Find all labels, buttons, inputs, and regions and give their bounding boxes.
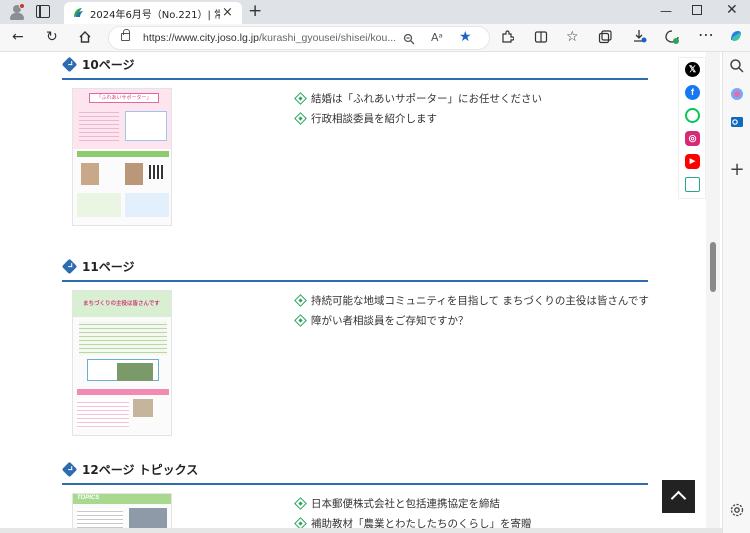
link-bullet-icon bbox=[294, 517, 307, 528]
link-text[interactable]: 日本郵便株式会社と包括連携協定を締結 bbox=[311, 496, 500, 511]
notification-dot bbox=[19, 3, 25, 9]
tab-strip: 2024年6月号（No.221）| 常総市 × + — ✕ bbox=[0, 0, 750, 24]
lock-icon bbox=[121, 29, 130, 41]
link-text[interactable]: 結婚は「ふれあいサポーター」にお任せください bbox=[311, 91, 542, 106]
profile-avatar[interactable] bbox=[8, 3, 26, 21]
minimize-button[interactable]: — bbox=[660, 4, 672, 18]
link-bullet-icon bbox=[294, 92, 307, 105]
home-icon[interactable] bbox=[78, 30, 92, 44]
share-bar: 𝕏 f ◎ ▶ bbox=[678, 57, 706, 199]
add-sidebar-app-icon[interactable]: + bbox=[729, 161, 745, 179]
back-to-top-button[interactable] bbox=[662, 480, 695, 513]
collections-icon[interactable] bbox=[598, 30, 612, 44]
page-thumbnail[interactable]: 「ふれあいサポーター」 bbox=[72, 88, 172, 226]
link-bullet-icon bbox=[294, 314, 307, 327]
maximize-button[interactable] bbox=[692, 5, 702, 15]
url-text[interactable]: https://www.city.joso.lg.jp/kurashi_gyou… bbox=[143, 32, 401, 44]
scrollbar-thumb[interactable] bbox=[710, 242, 716, 292]
line-icon[interactable] bbox=[685, 108, 700, 123]
thumb-pink-band bbox=[77, 389, 169, 395]
copilot-sidebar-icon[interactable] bbox=[729, 86, 745, 102]
copilot-icon[interactable] bbox=[728, 28, 744, 44]
link-bullet-icon bbox=[294, 497, 307, 510]
bottom-edge bbox=[0, 528, 722, 533]
browser-toolbar: ← ↻ https://www.city.joso.lg.jp/kurashi_… bbox=[0, 24, 750, 52]
back-icon[interactable]: ← bbox=[12, 28, 24, 46]
url-path: /kurashi_gyousei/shisei/kou... bbox=[258, 32, 397, 44]
link-bullet-icon bbox=[294, 294, 307, 307]
read-aloud-icon[interactable]: Aᵃ bbox=[431, 31, 443, 44]
link-text[interactable]: 障がい者相談員をご存知ですか？ bbox=[311, 313, 469, 328]
downloads-icon[interactable] bbox=[632, 29, 647, 44]
heading-diamond-icon bbox=[61, 258, 78, 275]
thumb-header: TOPICS bbox=[77, 495, 100, 501]
favorites-icon[interactable]: ☆ bbox=[566, 28, 579, 46]
thumb-table bbox=[125, 111, 167, 141]
thumb-green-band bbox=[77, 151, 169, 157]
page-thumbnail[interactable]: まちづくりの主役は皆さんです bbox=[72, 290, 172, 436]
settings-more-icon[interactable]: ⋯ bbox=[698, 26, 714, 44]
section-title: 10ページ bbox=[82, 58, 135, 72]
page-thumbnail[interactable]: TOPICS bbox=[72, 493, 172, 528]
thumb-photo bbox=[133, 399, 153, 417]
browser-essentials-icon[interactable] bbox=[664, 29, 680, 45]
bookmark-icon[interactable] bbox=[685, 177, 700, 192]
heading-diamond-icon bbox=[61, 56, 78, 73]
thumb-text-block bbox=[77, 399, 129, 429]
x-icon[interactable]: 𝕏 bbox=[685, 62, 700, 77]
link-bullet-icon bbox=[294, 112, 307, 125]
section-rule bbox=[62, 280, 648, 282]
tab-close-icon[interactable]: × bbox=[222, 5, 233, 20]
new-tab-button[interactable]: + bbox=[248, 1, 262, 21]
site-favicon-icon bbox=[74, 8, 83, 17]
section-rule bbox=[62, 78, 648, 80]
section-title: 11ページ bbox=[82, 260, 135, 274]
thumb-header: まちづくりの主役は皆さんです bbox=[83, 301, 160, 307]
section-rule bbox=[62, 483, 648, 485]
window-close-button[interactable]: ✕ bbox=[726, 2, 738, 18]
page-content: 10ページ 「ふれあいサポーター」 結婚は「ふれあいサポーター」にお任せください… bbox=[0, 52, 706, 528]
page-scrollbar[interactable] bbox=[706, 52, 720, 528]
url-host: https://www.city.joso.lg.jp bbox=[143, 32, 259, 44]
link-text[interactable]: 補助教材「農業とわたしたちのくらし」を寄贈 bbox=[311, 516, 532, 528]
instagram-icon[interactable]: ◎ bbox=[685, 131, 700, 146]
address-bar[interactable]: https://www.city.joso.lg.jp/kurashi_gyou… bbox=[108, 26, 490, 50]
search-icon[interactable] bbox=[729, 58, 745, 74]
avatar-body bbox=[10, 13, 24, 20]
thumb-text-block bbox=[77, 508, 123, 528]
thumb-photo bbox=[81, 163, 99, 185]
thumb-photo bbox=[117, 363, 153, 381]
thumb-text-block bbox=[79, 321, 167, 355]
browser-tab[interactable]: 2024年6月号（No.221）| 常総市 × bbox=[64, 2, 242, 24]
extensions-icon[interactable] bbox=[500, 30, 514, 44]
favorite-star-icon[interactable]: ★ bbox=[459, 29, 472, 45]
youtube-icon[interactable]: ▶ bbox=[685, 154, 700, 169]
thumb-qr-code bbox=[149, 165, 163, 179]
sidebar-settings-icon[interactable] bbox=[729, 502, 745, 518]
tab-title: 2024年6月号（No.221）| 常総市 bbox=[90, 10, 220, 21]
refresh-icon[interactable]: ↻ bbox=[46, 28, 58, 46]
thumb-header: 「ふれあいサポーター」 bbox=[89, 93, 159, 103]
thumb-illustration bbox=[77, 193, 121, 217]
link-text[interactable]: 行政相談委員を紹介します bbox=[311, 111, 437, 126]
facebook-icon[interactable]: f bbox=[685, 85, 700, 100]
outlook-icon[interactable] bbox=[729, 114, 745, 130]
split-screen-icon[interactable] bbox=[534, 30, 548, 44]
tab-actions-icon[interactable] bbox=[36, 5, 50, 18]
thumb-text-block bbox=[79, 109, 119, 143]
heading-diamond-icon bbox=[61, 461, 78, 478]
thumb-info-box bbox=[125, 193, 169, 217]
section-title: 12ページ トピックス bbox=[82, 463, 199, 477]
edge-sidebar: + bbox=[722, 52, 750, 533]
zoom-icon[interactable] bbox=[403, 33, 415, 45]
thumb-photo bbox=[129, 508, 167, 528]
thumb-photo bbox=[125, 163, 143, 185]
link-text[interactable]: 持続可能な地域コミュニティを目指して まちづくりの主役は皆さんです bbox=[311, 293, 649, 308]
